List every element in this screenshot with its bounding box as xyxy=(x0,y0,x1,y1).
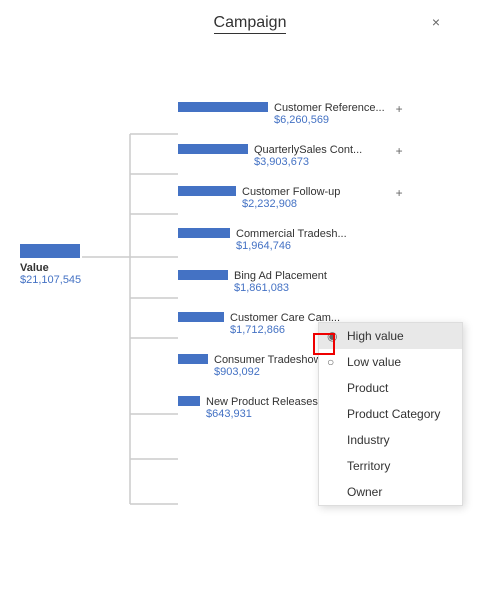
bar-wrap xyxy=(178,312,224,324)
item-info: Customer Reference... $6,260,569 xyxy=(274,102,385,126)
campaign-value: $6,260,569 xyxy=(274,114,385,126)
campaign-bar xyxy=(178,270,228,280)
menu-label: Low value xyxy=(347,355,401,369)
menu-label: Industry xyxy=(347,433,390,447)
bar-wrap xyxy=(178,354,208,366)
item-info: Customer Follow-up $2,232,908 xyxy=(242,186,340,210)
campaign-name: Bing Ad Placement xyxy=(234,270,327,282)
list-item: Customer Follow-up $2,232,908 + xyxy=(178,186,385,210)
value-node: Value $21,107,545 xyxy=(20,244,81,286)
menu-label: Product Category xyxy=(347,407,440,421)
bar-wrap xyxy=(178,102,268,114)
expand-icon[interactable]: + xyxy=(396,186,403,200)
menu-label: Territory xyxy=(347,459,390,473)
value-label: Value xyxy=(20,262,81,274)
menu-item-owner[interactable]: Owner xyxy=(319,479,462,505)
radio-empty-icon: ○ xyxy=(327,355,334,369)
campaign-value: $2,232,908 xyxy=(242,198,340,210)
campaign-bar xyxy=(178,144,248,154)
header: Campaign × xyxy=(0,0,500,44)
item-info: Commercial Tradesh... $1,964,746 xyxy=(236,228,347,252)
campaign-bar xyxy=(178,312,224,322)
campaign-bar xyxy=(178,396,200,406)
value-bar xyxy=(20,244,80,258)
campaign-name: QuarterlySales Cont... xyxy=(254,144,362,156)
list-item: Bing Ad Placement $1,861,083 xyxy=(178,270,385,294)
page-container: Campaign × Value $21,107,545 xyxy=(0,0,500,568)
menu-item-high-value[interactable]: ◉ High value xyxy=(319,323,462,349)
campaign-value: $3,903,673 xyxy=(254,156,362,168)
item-info: Consumer Tradeshow $903,092 xyxy=(214,354,322,378)
value-amount: $21,107,545 xyxy=(20,274,81,286)
campaign-value: $1,861,083 xyxy=(234,282,327,294)
radio-filled-icon: ◉ xyxy=(327,329,337,343)
list-item: QuarterlySales Cont... $3,903,673 + xyxy=(178,144,385,168)
campaign-value: $903,092 xyxy=(214,366,322,378)
bar-wrap xyxy=(178,396,200,408)
item-info: New Product Releases $643,931 xyxy=(206,396,318,420)
chart-area: Value $21,107,545 Customer Reference... … xyxy=(0,44,500,554)
bar-wrap xyxy=(178,144,248,156)
campaign-bar xyxy=(178,228,230,238)
list-item: Commercial Tradesh... $1,964,746 xyxy=(178,228,385,252)
campaign-value: $643,931 xyxy=(206,408,318,420)
menu-label: Product xyxy=(347,381,388,395)
bar-wrap xyxy=(178,270,228,282)
item-info: QuarterlySales Cont... $3,903,673 xyxy=(254,144,362,168)
menu-item-product[interactable]: Product xyxy=(319,375,462,401)
campaign-name: Customer Follow-up xyxy=(242,186,340,198)
menu-item-territory[interactable]: Territory xyxy=(319,453,462,479)
campaign-bar xyxy=(178,102,268,112)
menu-item-low-value[interactable]: ○ Low value xyxy=(319,349,462,375)
menu-item-industry[interactable]: Industry xyxy=(319,427,462,453)
menu-label: High value xyxy=(347,329,404,343)
campaign-bar xyxy=(178,354,208,364)
list-item: Customer Reference... $6,260,569 + xyxy=(178,102,385,126)
campaign-value: $1,964,746 xyxy=(236,240,347,252)
item-info: Bing Ad Placement $1,861,083 xyxy=(234,270,327,294)
campaign-name: Consumer Tradeshow xyxy=(214,354,322,366)
context-menu: ◉ High value ○ Low value Product Product… xyxy=(318,322,463,506)
campaign-name: Commercial Tradesh... xyxy=(236,228,347,240)
bar-wrap xyxy=(178,186,236,198)
menu-item-product-category[interactable]: Product Category xyxy=(319,401,462,427)
expand-icon[interactable]: + xyxy=(396,102,403,116)
campaign-bar xyxy=(178,186,236,196)
campaign-name: New Product Releases xyxy=(206,396,318,408)
page-title: Campaign xyxy=(214,14,287,34)
expand-icon[interactable]: + xyxy=(396,144,403,158)
campaign-name: Customer Reference... xyxy=(274,102,385,114)
menu-label: Owner xyxy=(347,485,382,499)
close-icon[interactable]: × xyxy=(432,14,440,30)
bar-wrap xyxy=(178,228,230,240)
